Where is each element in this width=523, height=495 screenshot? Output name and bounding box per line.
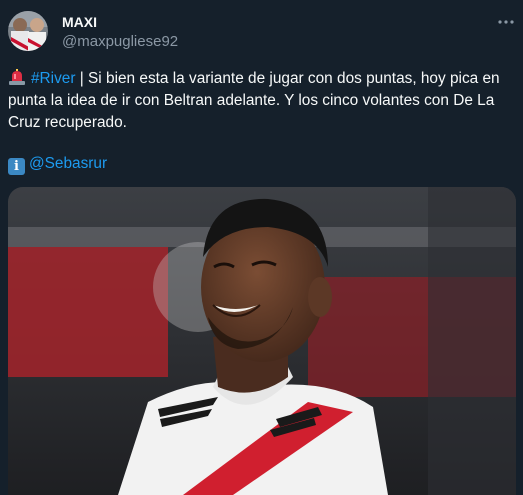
user-info: MAXI @maxpugliese92 (62, 13, 178, 51)
tweet-photo[interactable] (8, 187, 516, 495)
hashtag-link[interactable]: #River (31, 70, 75, 87)
tweet-separator: | (75, 70, 89, 87)
mention-link[interactable]: @Sebasrur (29, 155, 107, 172)
user-handle[interactable]: @maxpugliese92 (62, 33, 178, 51)
more-options-icon[interactable] (496, 12, 516, 32)
display-name[interactable]: MAXI (62, 13, 178, 31)
tweet-card: MAXI @maxpugliese92 #River | Si bien est… (0, 0, 523, 495)
mention-line: i @Sebasrur (8, 153, 107, 175)
avatar[interactable] (8, 11, 48, 51)
information-icon: i (8, 158, 25, 175)
police-car-light-icon (8, 69, 26, 85)
tweet-text: #River | Si bien esta la variante de jug… (8, 68, 518, 134)
